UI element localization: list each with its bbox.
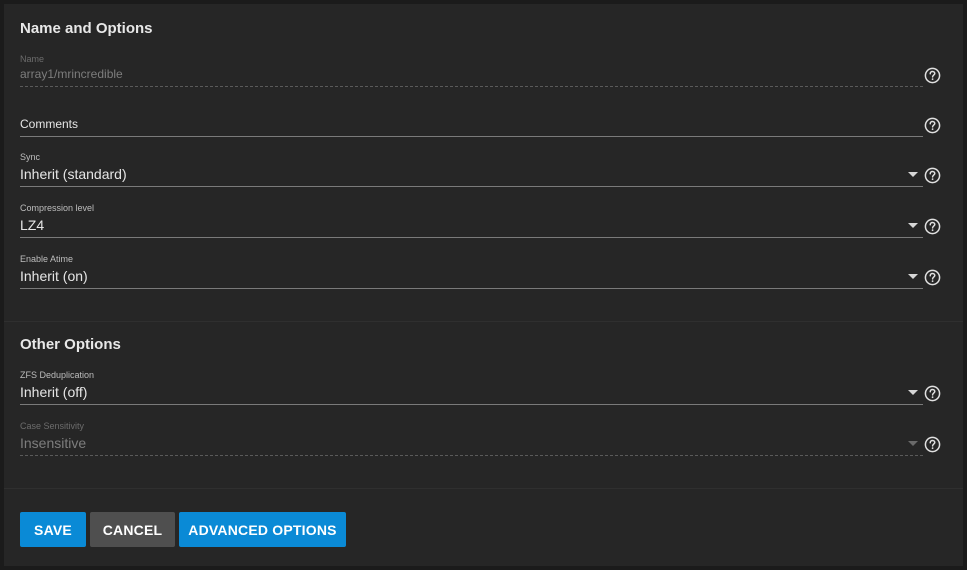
chevron-down-icon: [908, 172, 918, 177]
compression-select[interactable]: Compression level LZ4: [20, 202, 923, 240]
compression-underline: [20, 237, 923, 238]
comments-underline: [20, 136, 923, 137]
help-icon[interactable]: [924, 67, 941, 84]
name-label: Name: [20, 54, 45, 64]
help-icon[interactable]: [924, 269, 941, 286]
case-sensitivity-select: Case Sensitivity Insensitive: [20, 420, 923, 458]
case-sensitivity-underline: [20, 455, 923, 456]
sync-label: Sync: [20, 152, 41, 162]
case-sensitivity-label: Case Sensitivity: [20, 421, 85, 431]
atime-label: Enable Atime: [20, 254, 74, 264]
help-icon[interactable]: [924, 117, 941, 134]
chevron-down-icon: [908, 274, 918, 279]
dataset-options-card: Name and Options Name array1/mrincredibl…: [4, 4, 963, 566]
help-icon[interactable]: [924, 385, 941, 402]
chevron-down-icon: [908, 223, 918, 228]
help-icon[interactable]: [924, 167, 941, 184]
compression-label: Compression level: [20, 203, 95, 213]
dedup-label: ZFS Deduplication: [20, 370, 95, 380]
save-button[interactable]: SAVE: [20, 512, 86, 547]
case-sensitivity-value: Insensitive: [20, 435, 87, 451]
name-field: Name array1/mrincredible: [20, 53, 923, 89]
section-title-other-options: Other Options: [20, 336, 121, 353]
cancel-button[interactable]: CANCEL: [90, 512, 175, 547]
atime-underline: [20, 288, 923, 289]
chevron-down-icon: [908, 390, 918, 395]
dedup-select[interactable]: ZFS Deduplication Inherit (off): [20, 369, 923, 407]
help-icon[interactable]: [924, 436, 941, 453]
comments-label: Comments: [20, 117, 79, 131]
section-divider: [4, 321, 963, 322]
sync-select[interactable]: Sync Inherit (standard): [20, 151, 923, 189]
sync-underline: [20, 186, 923, 187]
name-underline: [20, 86, 923, 87]
dedup-value: Inherit (off): [20, 384, 88, 400]
compression-value: LZ4: [20, 217, 45, 233]
comments-input[interactable]: Comments: [20, 114, 923, 140]
help-icon[interactable]: [924, 218, 941, 235]
chevron-down-icon: [908, 441, 918, 446]
name-value: array1/mrincredible: [20, 67, 123, 81]
actions-divider: [4, 488, 963, 489]
dedup-underline: [20, 404, 923, 405]
atime-value: Inherit (on): [20, 268, 88, 284]
atime-select[interactable]: Enable Atime Inherit (on): [20, 253, 923, 291]
section-title-name-options: Name and Options: [20, 20, 153, 37]
sync-value: Inherit (standard): [20, 166, 127, 182]
advanced-options-button[interactable]: ADVANCED OPTIONS: [179, 512, 346, 547]
